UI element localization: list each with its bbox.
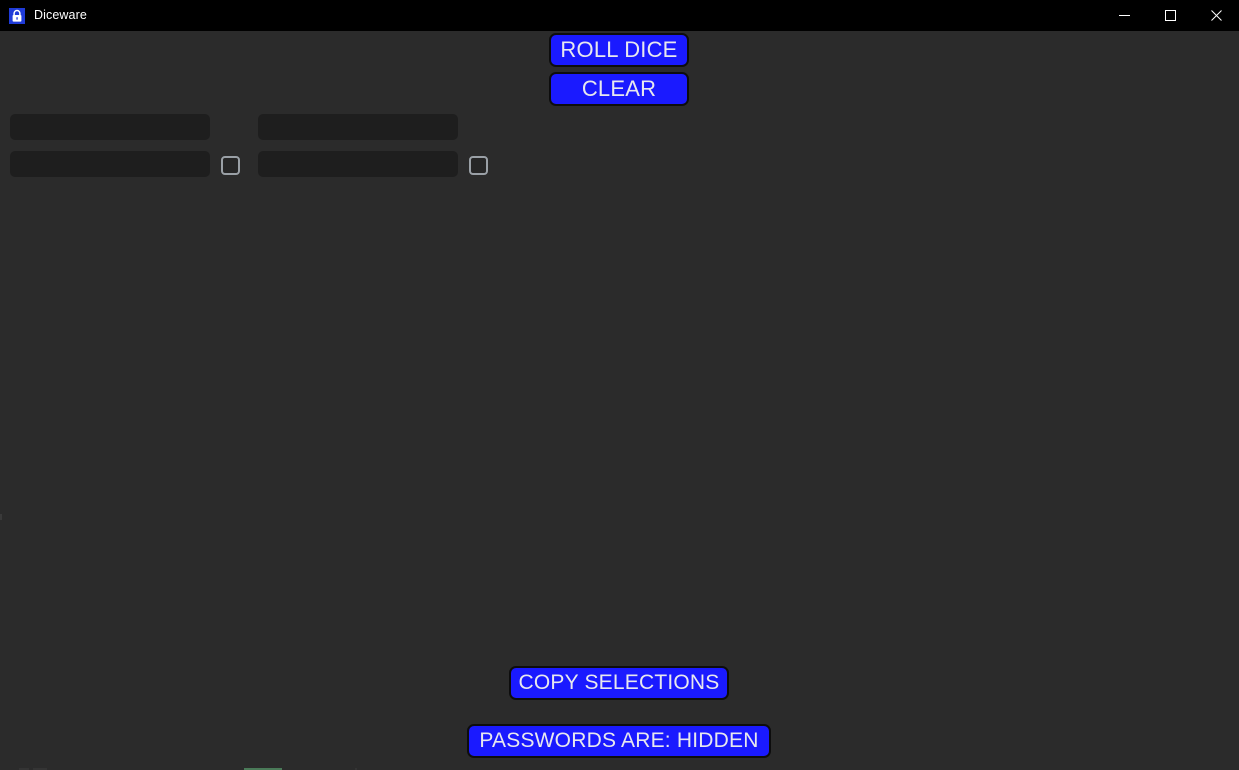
minimize-icon [1118,15,1130,16]
word-field[interactable] [258,151,458,177]
passwords-visibility-toggle-button[interactable]: PASSWORDS ARE: HIDDEN [467,724,771,758]
close-button[interactable] [1193,0,1239,31]
roll-dice-button[interactable]: ROLL DICE [549,33,689,67]
diceware-window: Diceware ROLL DICE CLEAR COPY SELECTIONS… [0,0,1239,770]
left-edge-remnant [0,514,2,520]
word-field[interactable] [10,151,210,177]
minimize-button[interactable] [1101,0,1147,31]
close-icon [1210,10,1222,21]
roll-result-field[interactable] [10,114,210,140]
roll-result-field[interactable] [258,114,458,140]
word-select-checkbox[interactable] [221,156,240,175]
maximize-button[interactable] [1147,0,1193,31]
app-client-area: ROLL DICE CLEAR COPY SELECTIONS PASSWORD… [0,31,1239,770]
titlebar: Diceware [0,0,1239,31]
padlock-icon [9,7,25,24]
clear-button[interactable]: CLEAR [549,72,689,106]
window-controls [1101,0,1239,31]
window-title: Diceware [34,8,87,22]
copy-selections-button[interactable]: COPY SELECTIONS [509,666,729,700]
word-select-checkbox[interactable] [469,156,488,175]
maximize-icon [1164,10,1176,21]
